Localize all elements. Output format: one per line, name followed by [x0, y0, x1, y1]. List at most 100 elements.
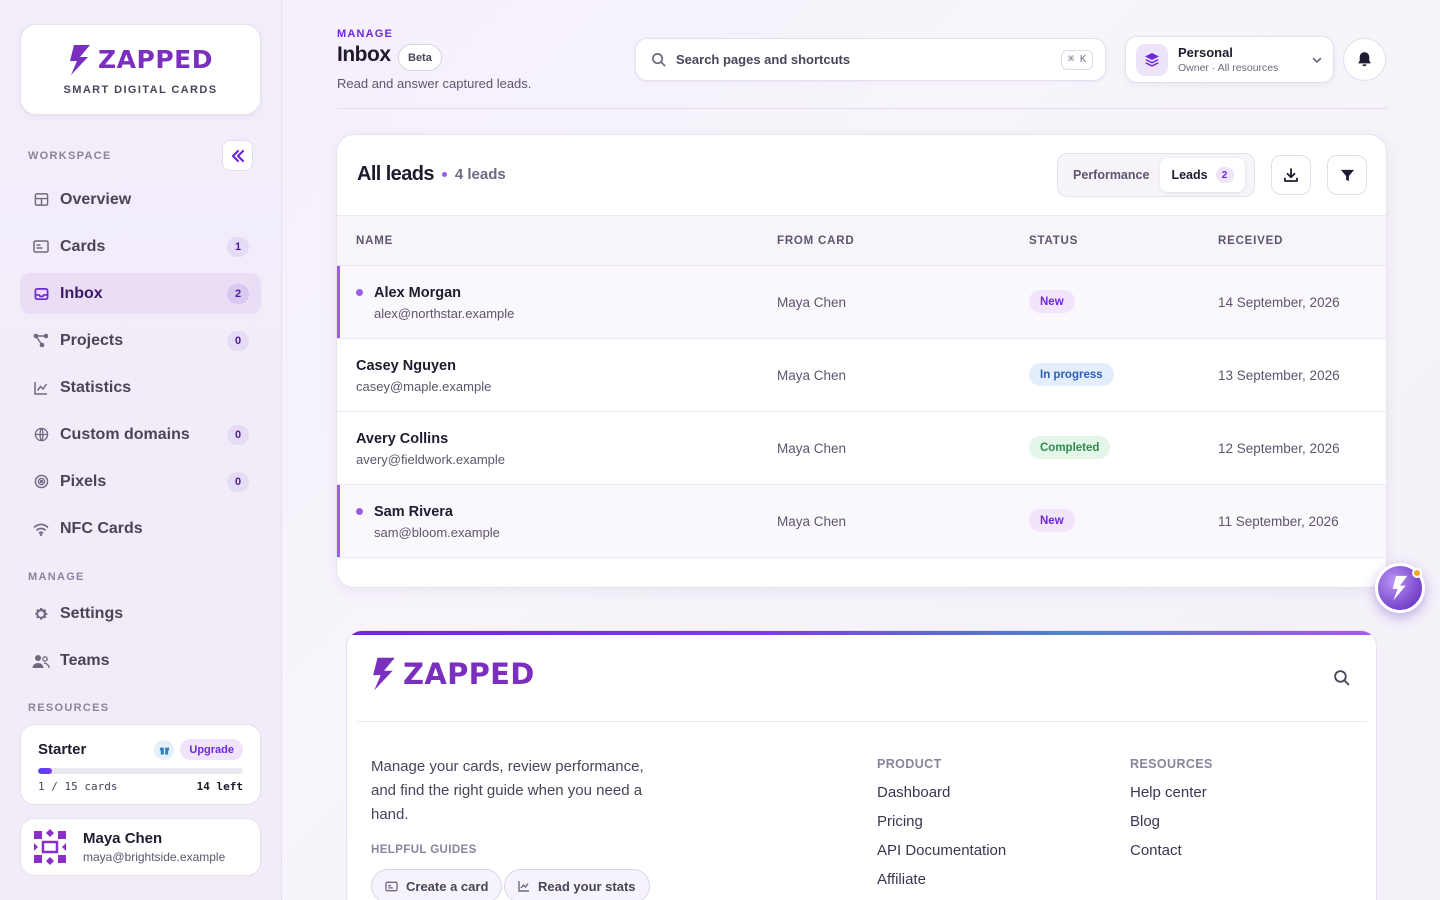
chevron-down-icon: [1311, 54, 1323, 66]
resources-link[interactable]: Help center: [1130, 784, 1207, 801]
chevrons-left-icon: [231, 149, 244, 162]
search-icon[interactable]: [1333, 669, 1350, 686]
notification-dot: [1412, 568, 1422, 578]
product-link[interactable]: Pricing: [877, 813, 923, 830]
sidebar-item-label: NFC Cards: [60, 519, 143, 537]
sidebar-item-projects[interactable]: Projects 0: [20, 320, 261, 361]
collapse-sidebar-button[interactable]: [222, 140, 253, 171]
sidebar-item-teams[interactable]: Teams: [20, 640, 261, 681]
guides-label: HELPFUL GUIDES: [371, 844, 477, 856]
plan-usage-bar: [38, 768, 243, 774]
table-row[interactable]: Alex Morgan alex@northstar.example Maya Ch…: [337, 266, 1386, 339]
account-switcher[interactable]: Personal Owner · All resources: [1125, 36, 1334, 83]
sidebar-item-cards[interactable]: Cards 1: [20, 226, 261, 267]
resources-column-label: RESOURCES: [1130, 757, 1213, 771]
lead-source-card: Maya Chen: [777, 441, 847, 456]
count-badge: 0: [227, 330, 249, 351]
wifi-icon: [32, 520, 50, 538]
separator-dot: [441, 172, 447, 177]
tab-performance[interactable]: Performance: [1062, 158, 1160, 192]
manage-section-label: MANAGE: [28, 571, 85, 583]
brand-card[interactable]: ZAPPED SMART DIGITAL CARDS: [20, 24, 261, 115]
filter-button[interactable]: [1327, 155, 1367, 195]
grid-icon: [32, 191, 50, 209]
user-email: maya@brightside.example: [83, 850, 226, 864]
lead-received-date: 14 September, 2026: [1218, 295, 1340, 310]
sidebar-item-pixels[interactable]: Pixels 0: [20, 461, 261, 502]
status-badge: Completed: [1029, 436, 1111, 459]
guide-label: Read your stats: [538, 878, 636, 894]
product-link[interactable]: API Documentation: [877, 842, 1006, 859]
sidebar-item-inbox[interactable]: Inbox 2: [20, 273, 261, 314]
table-row[interactable]: Avery Collins avery@fieldwork.example Maya…: [337, 412, 1386, 485]
globe-icon: [32, 426, 50, 444]
tab-label: Performance: [1073, 168, 1150, 182]
tab-label: Leads: [1171, 168, 1208, 182]
sidebar-item-label: Settings: [60, 604, 124, 622]
search-bar[interactable]: ⌘ K: [635, 38, 1106, 81]
sidebar-item-nfc-cards[interactable]: NFC Cards: [20, 508, 261, 549]
notifications-button[interactable]: [1343, 38, 1386, 81]
brand-logo: ZAPPED: [68, 44, 213, 76]
gift-icon[interactable]: [154, 739, 175, 760]
product-link[interactable]: Dashboard: [877, 784, 950, 801]
leads-title: All leads: [357, 163, 434, 185]
plan-name: Starter: [38, 741, 87, 758]
beta-badge: Beta: [398, 44, 442, 71]
lead-name[interactable]: Casey Nguyen: [356, 358, 456, 374]
status-badge: In progress: [1029, 363, 1114, 386]
assistant-launcher-button[interactable]: [1375, 563, 1425, 613]
product-link[interactable]: Affiliate: [877, 871, 926, 888]
sidebar-item-custom-domains[interactable]: Custom domains 0: [20, 414, 261, 455]
brand-name: ZAPPED: [98, 45, 213, 74]
account-name: Personal: [1178, 45, 1233, 60]
user-card[interactable]: Maya Chen maya@brightside.example: [20, 818, 261, 876]
footer-description: Manage your cards, review performance, a…: [371, 758, 644, 823]
export-button[interactable]: [1271, 155, 1311, 195]
guide-read-stats[interactable]: Read your stats: [504, 869, 650, 900]
search-input[interactable]: [676, 52, 1061, 67]
search-icon: [651, 52, 666, 67]
lead-source-card: Maya Chen: [777, 514, 847, 529]
lead-name[interactable]: Alex Morgan: [374, 285, 461, 301]
sidebar-item-label: Overview: [60, 190, 132, 208]
sidebar-item-label: Inbox: [60, 284, 103, 302]
resources-section-label: RESOURCES: [28, 702, 110, 714]
column-header-name[interactable]: NAME: [356, 235, 393, 247]
unread-dot: [356, 508, 363, 515]
upgrade-button[interactable]: Upgrade: [180, 739, 243, 760]
avatar: [31, 828, 69, 866]
user-name: Maya Chen: [83, 830, 163, 847]
column-header-received[interactable]: RECEIVED: [1218, 235, 1283, 247]
lead-name[interactable]: Sam Rivera: [374, 504, 453, 520]
footer-logo[interactable]: ZAPPED: [371, 655, 535, 693]
sidebar-item-statistics[interactable]: Statistics: [20, 367, 261, 408]
column-header-status[interactable]: STATUS: [1029, 235, 1078, 247]
table-row[interactable]: Casey Nguyen casey@maple.example Maya Chen…: [337, 339, 1386, 412]
lead-email: avery@fieldwork.example: [356, 452, 506, 467]
account-role: Owner · All resources: [1178, 62, 1279, 74]
footer-brand-name: ZAPPED: [403, 657, 535, 691]
lead-received-date: 12 September, 2026: [1218, 441, 1340, 456]
sidebar-item-label: Pixels: [60, 472, 107, 490]
table-row[interactable]: Sam Rivera sam@bloom.example Maya Chen New 1…: [337, 485, 1386, 558]
bell-icon: [1358, 52, 1371, 67]
column-header-card[interactable]: FROM CARD: [777, 235, 854, 247]
leads-count: 4 leads: [454, 166, 506, 183]
count-badge: 2: [227, 283, 249, 304]
inbox-icon: [32, 285, 50, 303]
footer-divider: [357, 721, 1367, 722]
guide-create-card[interactable]: Create a card: [371, 869, 503, 900]
tab-leads[interactable]: Leads 2: [1160, 158, 1245, 192]
workspace-section-label: WORKSPACE: [28, 150, 112, 162]
resources-link[interactable]: Blog: [1130, 813, 1160, 830]
sidebar-item-label: Custom domains: [60, 425, 190, 443]
table-header: NAME FROM CARD STATUS RECEIVED: [337, 215, 1386, 266]
plan-remaining-text: 14 left: [196, 780, 243, 793]
nodes-icon: [32, 332, 50, 350]
sidebar-item-settings[interactable]: Settings: [20, 593, 261, 634]
sidebar-item-overview[interactable]: Overview: [20, 179, 261, 220]
resources-link[interactable]: Contact: [1130, 842, 1182, 859]
id-card-icon: [385, 881, 398, 892]
lead-name[interactable]: Avery Collins: [356, 431, 448, 447]
